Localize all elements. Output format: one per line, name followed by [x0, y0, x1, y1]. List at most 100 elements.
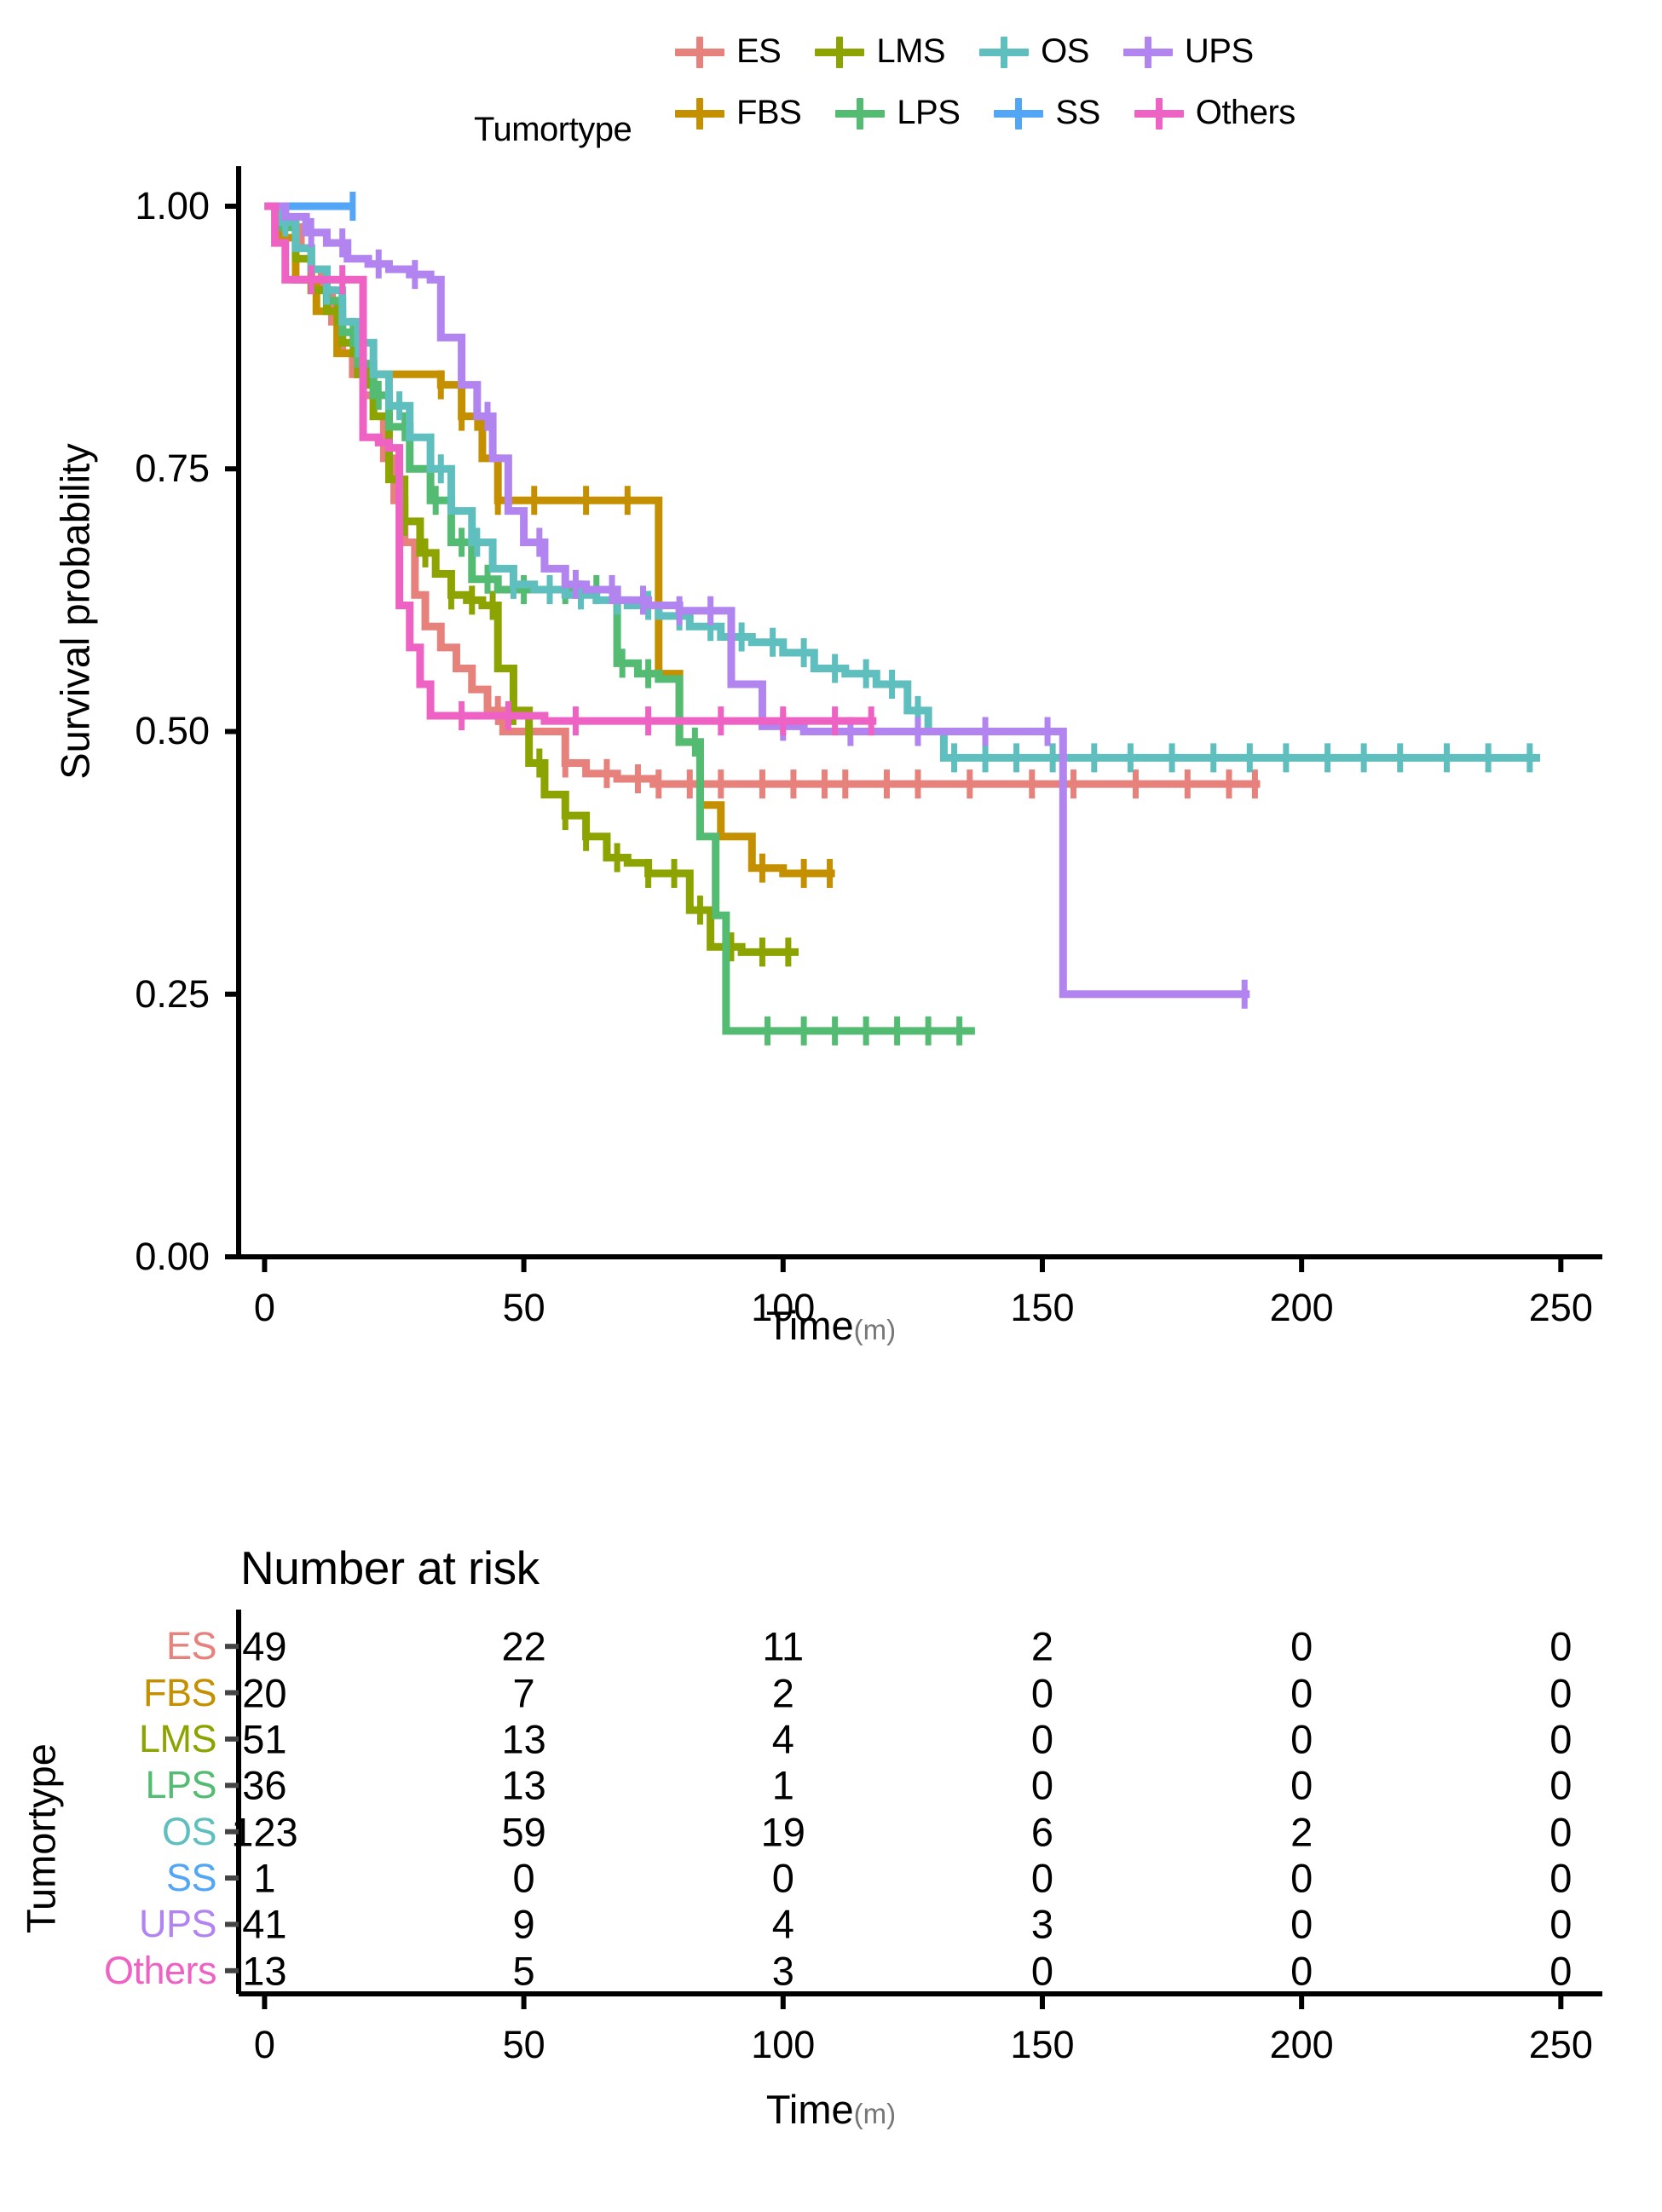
risk-table-x-axis-label: Time(m)	[0, 2086, 1662, 2133]
risk-cell: 11	[762, 1623, 805, 1669]
risk-row-label-es: ES	[165, 1624, 217, 1668]
risk-cell: 7	[512, 1670, 535, 1716]
legend-item-lps[interactable]: LPS	[834, 94, 961, 132]
risk-cell: 1	[771, 1762, 794, 1808]
risk-row-label-lps: LPS	[145, 1763, 216, 1807]
y-axis-label: Survival probability	[52, 443, 98, 780]
risk-cell: 0	[1290, 1855, 1313, 1901]
series-lps	[264, 202, 975, 1046]
x-axis-label-text: Time	[765, 1303, 854, 1348]
legend-item-os[interactable]: OS	[978, 32, 1089, 71]
risk-x-tick-label: 150	[1010, 2023, 1075, 2066]
risk-cell: 123	[231, 1809, 298, 1855]
risk-x-tick-label: 100	[751, 2023, 816, 2066]
legend-key-icon	[992, 95, 1045, 132]
risk-cell: 0	[1549, 1623, 1573, 1669]
risk-cell: 0	[1030, 1716, 1054, 1762]
y-tick-label: 0.25	[135, 971, 210, 1016]
risk-x-tick-label: 0	[253, 2023, 275, 2066]
legend-label: SS	[1055, 94, 1100, 131]
y-tick-label: 0.75	[135, 446, 210, 491]
risk-cell: 20	[242, 1670, 287, 1716]
risk-cell: 59	[501, 1809, 546, 1855]
risk-cell: 5	[512, 1948, 535, 1994]
legend: Tumortype ES LMS OS UPS FBS LPS SS Others	[0, 17, 1662, 148]
risk-cell: 0	[1549, 1855, 1573, 1901]
risk-cell: 13	[501, 1716, 546, 1762]
legend-key-icon	[673, 95, 726, 132]
risk-row-label-fbs: FBS	[142, 1670, 217, 1714]
x-axis-unit: (m)	[853, 1314, 897, 1345]
risk-cell: 3	[771, 1948, 794, 1994]
risk-cell: 0	[1549, 1670, 1573, 1716]
risk-cell: 0	[1030, 1948, 1054, 1994]
legend-label: ES	[736, 32, 782, 70]
risk-cell: 0	[1290, 1623, 1313, 1669]
risk-cell: 0	[1549, 1809, 1573, 1855]
legend-label: UPS	[1184, 32, 1254, 70]
legend-key-icon	[813, 33, 866, 71]
risk-row-label-ups: UPS	[138, 1902, 217, 1946]
legend-label: LPS	[897, 94, 961, 131]
legend-label: LMS	[876, 32, 946, 70]
risk-cell: 2	[1030, 1623, 1054, 1669]
risk-cell: 0	[1290, 1716, 1313, 1762]
legend-item-others[interactable]: Others	[1133, 94, 1296, 132]
legend-key-icon	[978, 33, 1030, 71]
risk-row-label-lms: LMS	[138, 1716, 217, 1760]
y-tick-label: 0.00	[135, 1235, 210, 1278]
risk-cell: 0	[1290, 1901, 1313, 1947]
series-os	[264, 202, 1540, 773]
risk-cell: 3	[1030, 1901, 1054, 1947]
risk-cell: 0	[1290, 1948, 1313, 1994]
risk-cell: 13	[501, 1762, 546, 1808]
risk-cell: 13	[242, 1948, 287, 1994]
risk-cell: 4	[771, 1716, 794, 1762]
risk-cell: 0	[1290, 1670, 1313, 1716]
legend-item-es[interactable]: ES	[673, 32, 782, 71]
risk-cell: 4	[771, 1901, 794, 1947]
risk-cell: 19	[760, 1809, 805, 1855]
risk-cell: 0	[1030, 1855, 1054, 1901]
legend-label: FBS	[736, 94, 802, 131]
risk-cell: 0	[1549, 1901, 1573, 1947]
risk-cell: 6	[1030, 1809, 1054, 1855]
risk-x-label-text: Time	[765, 2087, 854, 2132]
y-tick-label: 1.00	[135, 183, 210, 228]
risk-x-tick-label: 50	[502, 2023, 545, 2066]
risk-cell: 9	[512, 1901, 535, 1947]
legend-row-top: ES LMS OS UPS	[673, 32, 1286, 71]
risk-x-tick-label: 200	[1269, 2023, 1334, 2066]
risk-cell: 49	[242, 1623, 287, 1669]
x-axis-label: Time(m)	[0, 1302, 1662, 1349]
risk-table-title: Number at risk	[240, 1541, 540, 1594]
legend-item-ss[interactable]: SS	[992, 94, 1100, 132]
risk-cell: 0	[1290, 1762, 1313, 1808]
legend-item-lms[interactable]: LMS	[813, 32, 946, 71]
legend-row-bottom: FBS LPS SS Others	[673, 94, 1328, 132]
km-plot: Survival probability 0.00 0.25 0.50 0.75 1.0…	[0, 128, 1662, 1525]
risk-cell: 0	[1030, 1670, 1054, 1716]
risk-cell: 0	[512, 1855, 535, 1901]
risk-cell: 36	[242, 1762, 287, 1808]
risk-row-label-ss: SS	[165, 1856, 217, 1900]
y-tick-label: 0.50	[135, 709, 210, 753]
survival-curves	[225, 166, 1602, 1272]
risk-table: Number at risk Tumortype ES FBS LMS LPS OS SS…	[0, 1534, 1662, 2181]
legend-item-ups[interactable]: UPS	[1122, 32, 1254, 71]
risk-x-tick-label: 250	[1528, 2023, 1593, 2066]
risk-cell: 41	[242, 1901, 287, 1947]
risk-cell: 1	[253, 1855, 276, 1901]
risk-cell: 0	[1549, 1762, 1573, 1808]
risk-row-label-os: OS	[161, 1809, 217, 1853]
legend-item-fbs[interactable]: FBS	[673, 94, 802, 132]
legend-label: OS	[1041, 32, 1089, 70]
risk-x-unit: (m)	[853, 2098, 897, 2129]
risk-cell: 51	[242, 1716, 287, 1762]
legend-label: Others	[1195, 94, 1296, 131]
risk-cell: 22	[501, 1623, 546, 1669]
risk-cell: 0	[1549, 1716, 1573, 1762]
risk-cell: 2	[771, 1670, 794, 1716]
legend-key-icon	[834, 95, 886, 132]
legend-key-icon	[1122, 33, 1174, 71]
